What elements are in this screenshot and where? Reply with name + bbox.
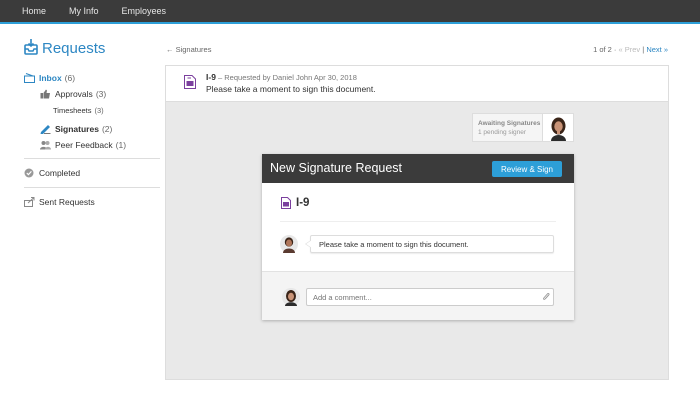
people-icon xyxy=(40,141,51,150)
sidebar-item-label: Approvals xyxy=(55,89,93,99)
avatar xyxy=(280,235,298,253)
request-meta: I-9 – Requested by Daniel John Apr 30, 2… xyxy=(206,72,357,82)
signer-avatar-image xyxy=(551,117,566,141)
request-message: Please take a moment to sign this docume… xyxy=(206,84,376,94)
review-sign-button[interactable]: Review & Sign xyxy=(492,161,562,177)
avatar xyxy=(282,288,300,306)
sidebar-divider xyxy=(24,187,160,188)
card-divider xyxy=(280,221,556,222)
nav-employees[interactable]: Employees xyxy=(122,6,167,16)
card-title: New Signature Request xyxy=(270,161,403,175)
sidebar-item-signatures[interactable]: Signatures (2) xyxy=(24,121,160,137)
back-to-signatures-link[interactable]: ← Signatures xyxy=(166,45,211,54)
check-circle-icon xyxy=(24,168,34,178)
message-bubble: Please take a moment to sign this docume… xyxy=(305,235,554,253)
sidebar-item-label: Peer Feedback xyxy=(55,140,113,150)
sidebar-item-label: Completed xyxy=(39,168,81,178)
send-arrow-icon xyxy=(24,197,35,207)
awaiting-subtitle: 1 pending signer xyxy=(478,129,527,136)
card-document-name: I-9 xyxy=(296,197,310,209)
nav-home[interactable]: Home xyxy=(22,6,46,16)
sidebar-item-inbox[interactable]: Inbox (6) xyxy=(24,70,160,86)
card-header: New Signature Request Review & Sign xyxy=(262,154,574,183)
avatar[interactable] xyxy=(542,114,573,141)
sender-avatar-image xyxy=(280,235,298,253)
sidebar-item-peer-feedback[interactable]: Peer Feedback (1) xyxy=(24,137,160,153)
meta-separator: – xyxy=(215,73,225,82)
sidebar-item-count: (2) xyxy=(101,124,113,134)
sidebar-item-count: (1) xyxy=(115,140,127,150)
sidebar-item-count: (3) xyxy=(94,105,104,115)
paperclip-icon[interactable] xyxy=(542,292,550,302)
awaiting-signatures-box[interactable]: Awaiting Signatures 1 pending signer xyxy=(472,113,574,142)
request-detail-panel: I-9 – Requested by Daniel John Apr 30, 2… xyxy=(165,65,669,380)
sidebar-item-approvals[interactable]: Approvals (3) xyxy=(24,86,160,102)
inbox-tray-icon xyxy=(24,73,35,83)
sidebar-item-completed[interactable]: Completed xyxy=(24,164,160,182)
sidebar-item-label: Inbox xyxy=(39,73,62,83)
inbox-tray-icon xyxy=(24,39,38,55)
sidebar-item-count: (6) xyxy=(64,73,76,83)
pager-position: 1 of 2 xyxy=(593,45,612,54)
document-icon xyxy=(281,197,291,209)
document-icon xyxy=(184,75,196,89)
signature-request-card: New Signature Request Review & Sign I-9 … xyxy=(262,154,574,320)
top-nav: Home My Info Employees xyxy=(0,0,700,24)
pen-signature-icon xyxy=(40,125,51,134)
pager: 1 of 2 · « Prev | Next » xyxy=(593,45,668,54)
nav-my-info[interactable]: My Info xyxy=(69,6,99,16)
page-title: Requests xyxy=(42,40,106,57)
pager-separator: · xyxy=(611,45,619,54)
sidebar: Inbox (6) Approvals (3) Timesheets (3) S… xyxy=(24,70,160,211)
message-row: Please take a moment to sign this docume… xyxy=(280,234,556,256)
current-user-avatar-image xyxy=(282,288,300,306)
card-document[interactable]: I-9 xyxy=(281,197,309,209)
sidebar-item-timesheets[interactable]: Timesheets (3) xyxy=(24,102,160,118)
comment-area xyxy=(262,271,574,320)
sidebar-item-label: Signatures xyxy=(55,124,99,134)
pager-prev: « Prev xyxy=(618,45,641,54)
pager-next[interactable]: Next » xyxy=(646,45,668,54)
sidebar-item-count: (3) xyxy=(95,89,107,99)
requested-by: Requested by Daniel John Apr 30, 2018 xyxy=(224,73,357,82)
sidebar-item-sent-requests[interactable]: Sent Requests xyxy=(24,193,160,211)
request-summary: I-9 – Requested by Daniel John Apr 30, 2… xyxy=(166,66,668,102)
awaiting-title: Awaiting Signatures xyxy=(478,120,541,127)
comment-input[interactable] xyxy=(306,288,554,306)
thumbs-up-icon xyxy=(40,89,50,99)
sidebar-item-label: Sent Requests xyxy=(39,197,95,207)
sidebar-item-label: Timesheets xyxy=(53,105,92,115)
sidebar-divider xyxy=(24,158,160,159)
document-name[interactable]: I-9 xyxy=(206,72,216,82)
page-header: Requests ← Signatures 1 of 2 · « Prev | … xyxy=(0,26,700,66)
